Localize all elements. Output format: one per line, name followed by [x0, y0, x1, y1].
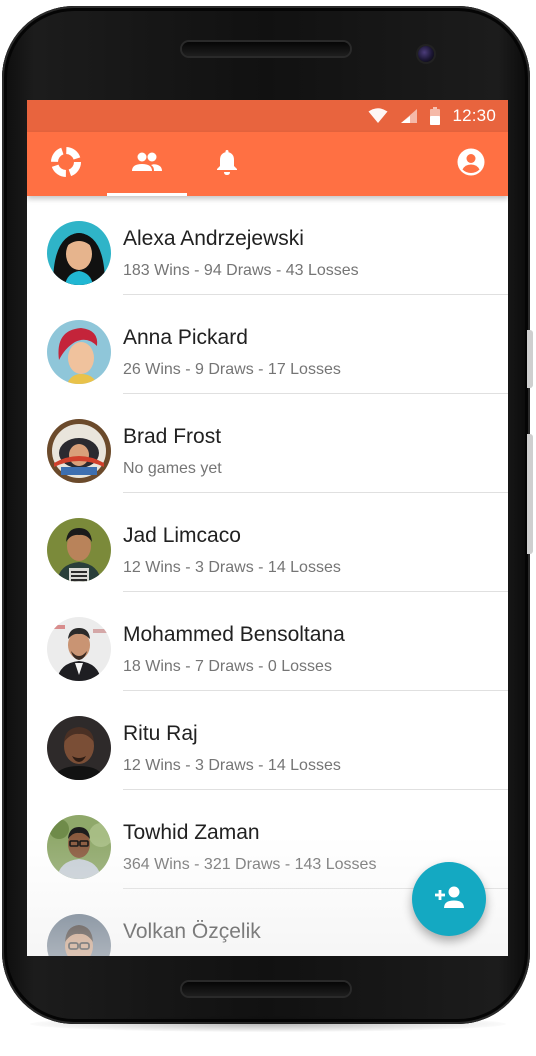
- power-button: [527, 330, 533, 388]
- account-circle-icon: [457, 148, 485, 181]
- list-item[interactable]: Alexa Andrzejewski 183 Wins - 94 Draws -…: [27, 196, 508, 295]
- account-button[interactable]: [443, 132, 499, 196]
- friend-record: No games yet: [123, 460, 222, 477]
- app-logo-icon: [49, 145, 83, 184]
- friend-name: Jad Limcaco: [123, 524, 241, 547]
- friend-record: 183 Wins - 94 Draws - 43 Losses: [123, 262, 359, 279]
- app-bar: [27, 132, 508, 196]
- friend-record: 26 Wins - 9 Draws - 17 Losses: [123, 361, 341, 378]
- add-person-icon: [432, 885, 466, 914]
- device-shadow: [30, 1016, 506, 1032]
- friend-name: Volkan Özçelik: [123, 920, 261, 943]
- friend-name: Mohammed Bensoltana: [123, 623, 345, 646]
- front-camera: [418, 46, 434, 62]
- selected-tab-indicator: [107, 193, 187, 196]
- avatar: [47, 518, 111, 582]
- avatar: [47, 716, 111, 780]
- friend-name: Ritu Raj: [123, 722, 198, 745]
- tab-home[interactable]: [39, 132, 93, 196]
- add-friend-button[interactable]: [412, 862, 486, 936]
- friends-list: Alexa Andrzejewski 183 Wins - 94 Draws -…: [27, 196, 508, 956]
- avatar: [47, 221, 111, 285]
- friend-record: 12 Wins - 3 Draws - 14 Losses: [123, 559, 341, 576]
- friend-record: 18 Wins - 7 Draws - 0 Losses: [123, 658, 332, 675]
- avatar: [47, 320, 111, 384]
- list-item[interactable]: Ritu Raj 12 Wins - 3 Draws - 14 Losses: [27, 691, 508, 790]
- list-item[interactable]: Brad Frost No games yet: [27, 394, 508, 493]
- status-clock: 12:30: [452, 106, 496, 125]
- battery-icon: [430, 107, 441, 125]
- friend-name: Brad Frost: [123, 425, 222, 448]
- friend-name: Anna Pickard: [123, 326, 248, 349]
- wifi-icon: [368, 108, 388, 124]
- friend-name: Alexa Andrzejewski: [123, 227, 304, 250]
- friend-name: Towhid Zaman: [123, 821, 260, 844]
- phone-screen: 12:30 Alexa Andrzejewski 183 Wins - 94 D…: [27, 100, 508, 956]
- cell-signal-icon: [400, 108, 418, 124]
- tab-notifications[interactable]: [199, 132, 255, 196]
- earpiece-speaker: [182, 42, 350, 56]
- avatar: [47, 419, 111, 483]
- tab-friends[interactable]: [107, 132, 187, 196]
- avatar: [47, 617, 111, 681]
- volume-button: [527, 434, 533, 554]
- list-item[interactable]: Mohammed Bensoltana 18 Wins - 7 Draws - …: [27, 592, 508, 691]
- status-bar: 12:30: [27, 100, 508, 132]
- avatar: [47, 815, 111, 879]
- notifications-bell-icon: [216, 148, 238, 181]
- bottom-speaker: [182, 982, 350, 996]
- friend-record: 364 Wins - 321 Draws - 143 Losses: [123, 856, 377, 873]
- friends-icon: [132, 151, 162, 178]
- phone-frame: 12:30 Alexa Andrzejewski 183 Wins - 94 D…: [2, 6, 530, 1024]
- list-item[interactable]: Jad Limcaco 12 Wins - 3 Draws - 14 Losse…: [27, 493, 508, 592]
- friend-record: 12 Wins - 3 Draws - 14 Losses: [123, 757, 341, 774]
- list-item[interactable]: Anna Pickard 26 Wins - 9 Draws - 17 Loss…: [27, 295, 508, 394]
- avatar: [47, 914, 111, 956]
